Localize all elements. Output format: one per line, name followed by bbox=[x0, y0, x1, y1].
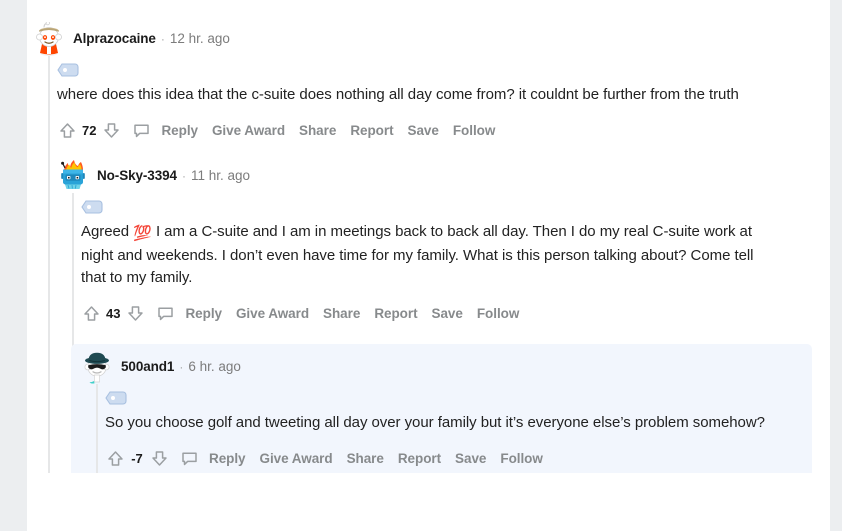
share-button[interactable]: Share bbox=[299, 123, 336, 138]
comment-text: Agreed 💯 I am a C-suite and I am in meet… bbox=[81, 219, 781, 289]
comment-author[interactable]: Alprazocaine bbox=[73, 31, 156, 47]
comment-bubble-icon[interactable] bbox=[179, 448, 199, 468]
comment-action-bar: -7 Reply Give Award Share Report Save Fo… bbox=[105, 443, 812, 473]
right-gutter bbox=[830, 0, 842, 531]
comment-body: So you choose golf and tweeting all day … bbox=[81, 384, 812, 473]
comment-meta: No-Sky-3394 · 11 hr. ago bbox=[97, 168, 250, 184]
comment-header: No-Sky-3394 · 11 hr. ago bbox=[57, 159, 823, 193]
comment-timestamp[interactable]: 6 hr. ago bbox=[188, 359, 241, 375]
comment-text: where does this idea that the c-suite do… bbox=[57, 86, 739, 103]
collapse-thread-icon[interactable] bbox=[57, 56, 823, 82]
give-award-button[interactable]: Give Award bbox=[212, 123, 285, 138]
follow-button[interactable]: Follow bbox=[477, 306, 520, 321]
comment-action-bar: 43 Reply Give Award Share Report Save Fo… bbox=[81, 298, 823, 328]
comment-body: Agreed 💯 I am a C-suite and I am in meet… bbox=[57, 193, 823, 473]
comment-bubble-icon[interactable] bbox=[131, 120, 151, 140]
comment-thread-root: Alprazocaine · 12 hr. ago where does thi… bbox=[33, 22, 823, 473]
comment-text-segment-before-emoji: Agreed bbox=[81, 223, 134, 240]
comment-timestamp[interactable]: 12 hr. ago bbox=[170, 31, 230, 47]
collapse-thread-icon[interactable] bbox=[81, 193, 823, 219]
share-button[interactable]: Share bbox=[323, 306, 360, 321]
comment-timestamp[interactable]: 11 hr. ago bbox=[191, 168, 250, 184]
comment-reply-1: No-Sky-3394 · 11 hr. ago Agreed 💯 I am a… bbox=[57, 159, 823, 473]
snoo-tan-cap-orange-avatar[interactable] bbox=[33, 22, 65, 56]
give-award-button[interactable]: Give Award bbox=[236, 306, 309, 321]
meta-separator: · bbox=[181, 169, 186, 183]
comment-text-segment-after-emoji: I am a C-suite and I am in meetings back… bbox=[81, 223, 754, 286]
comment-bubble-icon[interactable] bbox=[155, 303, 175, 323]
comment-header: 500and1 · 6 hr. ago bbox=[81, 350, 812, 384]
meta-separator: · bbox=[160, 32, 165, 46]
upvote-arrow-icon[interactable] bbox=[105, 448, 125, 468]
downvote-arrow-icon[interactable] bbox=[149, 448, 169, 468]
vote-score: 72 bbox=[82, 122, 97, 138]
comment-author[interactable]: 500and1 bbox=[121, 359, 174, 375]
vote-score: 43 bbox=[106, 305, 121, 321]
comment-header: Alprazocaine · 12 hr. ago bbox=[33, 22, 823, 56]
comment-reply-2-highlighted: 500and1 · 6 hr. ago So you choose golf a… bbox=[71, 344, 812, 473]
save-button[interactable]: Save bbox=[408, 123, 439, 138]
hundred-points-emoji: 💯 bbox=[133, 225, 152, 242]
upvote-arrow-icon[interactable] bbox=[81, 303, 101, 323]
give-award-button[interactable]: Give Award bbox=[260, 451, 333, 466]
comment-text: So you choose golf and tweeting all day … bbox=[105, 414, 765, 431]
snoo-fedora-sunglasses-avatar[interactable] bbox=[81, 350, 113, 384]
downvote-arrow-icon[interactable] bbox=[101, 120, 121, 140]
thread-line[interactable] bbox=[96, 384, 98, 473]
downvote-arrow-icon[interactable] bbox=[125, 303, 145, 323]
comment-meta: Alprazocaine · 12 hr. ago bbox=[73, 31, 230, 47]
report-button[interactable]: Report bbox=[398, 451, 441, 466]
reply-button[interactable]: Reply bbox=[209, 451, 246, 466]
reply-button[interactable]: Reply bbox=[161, 123, 198, 138]
robot-flame-hair-avatar[interactable] bbox=[57, 159, 89, 193]
report-button[interactable]: Report bbox=[374, 306, 417, 321]
content-sheet: Alprazocaine · 12 hr. ago where does thi… bbox=[27, 0, 830, 531]
comment-meta: 500and1 · 6 hr. ago bbox=[121, 359, 241, 375]
comment-body: where does this idea that the c-suite do… bbox=[33, 56, 823, 473]
thread-line[interactable] bbox=[48, 56, 50, 473]
comment-action-bar: 72 Reply Give Award Share Report Save Fo… bbox=[57, 115, 823, 145]
follow-button[interactable]: Follow bbox=[500, 451, 543, 466]
reply-button[interactable]: Reply bbox=[185, 306, 222, 321]
meta-separator: · bbox=[179, 360, 184, 374]
comment-author[interactable]: No-Sky-3394 bbox=[97, 168, 177, 184]
collapse-thread-icon[interactable] bbox=[105, 384, 812, 410]
report-button[interactable]: Report bbox=[350, 123, 393, 138]
reddit-comment-thread-page: Alprazocaine · 12 hr. ago where does thi… bbox=[0, 0, 842, 531]
save-button[interactable]: Save bbox=[455, 451, 486, 466]
upvote-arrow-icon[interactable] bbox=[57, 120, 77, 140]
share-button[interactable]: Share bbox=[347, 451, 384, 466]
vote-score: -7 bbox=[131, 450, 143, 466]
save-button[interactable]: Save bbox=[432, 306, 463, 321]
follow-button[interactable]: Follow bbox=[453, 123, 496, 138]
